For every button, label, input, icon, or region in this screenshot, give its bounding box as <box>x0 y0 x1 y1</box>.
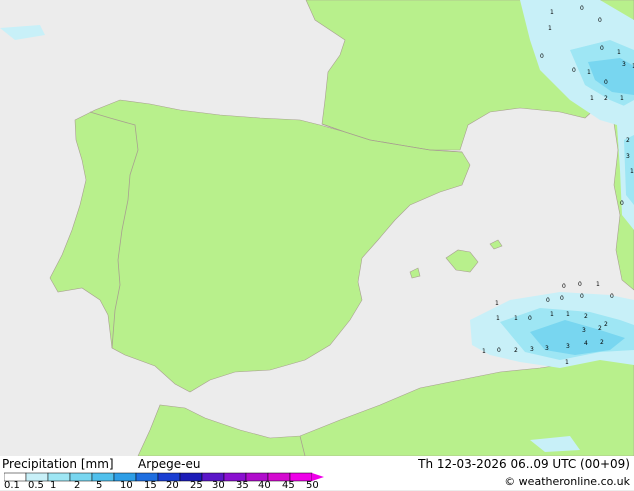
precipitation-value: 0 <box>600 45 604 52</box>
precipitation-value: 3 <box>566 343 570 350</box>
color-scale-tick: 20 <box>166 480 179 491</box>
precipitation-value: 1 <box>550 311 554 318</box>
validity-time: Th 12-03-2026 06..09 UTC (00+09) <box>418 457 630 471</box>
precipitation-value: 0 <box>620 200 624 207</box>
precipitation-value: 1 <box>548 25 552 32</box>
precipitation-value: 3 <box>626 153 630 160</box>
color-scale-tick: 25 <box>190 480 203 491</box>
color-scale-tick: 0.1 <box>4 480 20 491</box>
precipitation-value: 3 <box>582 327 586 334</box>
precipitation-value: 2 <box>626 137 630 144</box>
color-scale-tick: 30 <box>212 480 225 491</box>
precipitation-value: 2 <box>598 325 602 332</box>
precipitation-value: 1 <box>620 95 624 102</box>
precipitation-value: 0 <box>578 281 582 288</box>
precipitation-map: 10010103 10011 2 123101 00 0 10 0 01 1101 223 23 3 4 2… <box>0 0 634 456</box>
color-scale-tick: 40 <box>258 480 271 491</box>
precipitation-value: 0 <box>598 17 602 24</box>
color-scale-tick: 45 <box>282 480 295 491</box>
precipitation-value: 0 <box>580 5 584 12</box>
precipitation-value: 0 <box>604 79 608 86</box>
precipitation-value: 1 <box>565 359 569 366</box>
precipitation-value: 0 <box>546 297 550 304</box>
precipitation-value: 1 <box>566 311 570 318</box>
precipitation-value: 1 <box>630 168 634 175</box>
precipitation-value: 0 <box>528 315 532 322</box>
precipitation-value: 3 <box>545 345 549 352</box>
color-scale-tick: 5 <box>96 480 103 491</box>
precipitation-value: 0 <box>572 67 576 74</box>
precipitation-value: 2 <box>584 313 588 320</box>
precipitation-value: 2 <box>514 347 518 354</box>
precipitation-value: 1 <box>550 9 554 16</box>
precipitation-value: 2 <box>600 339 604 346</box>
precipitation-value: 4 <box>584 340 588 347</box>
precipitation-value: 0 <box>497 347 501 354</box>
color-scale-tick: 0.5 <box>28 480 44 491</box>
color-scale-tick: 35 <box>236 480 249 491</box>
precipitation-value: 1 <box>495 300 499 307</box>
precipitation-value: 1 <box>514 315 518 322</box>
precipitation-value: 3 <box>530 346 534 353</box>
legend-title: Precipitation [mm] <box>2 457 114 471</box>
color-scale-tick: 1 <box>50 480 57 491</box>
precipitation-value: 3 <box>622 61 626 68</box>
precipitation-value: 1 <box>587 69 591 76</box>
color-scale-tick: 50 <box>306 480 319 491</box>
color-scale-tick: 10 <box>120 480 133 491</box>
color-scale-tick: 15 <box>144 480 157 491</box>
model-name: Arpege-eu <box>138 457 201 471</box>
legend-bar: Precipitation [mm] Arpege-eu Th 12-03-20… <box>0 456 634 491</box>
precipitation-value: 1 <box>596 281 600 288</box>
precipitation-value: 0 <box>562 283 566 290</box>
precipitation-value: 1 <box>617 49 621 56</box>
precipitation-value: 0 <box>560 295 564 302</box>
precipitation-value: 0 <box>540 53 544 60</box>
precipitation-value: 2 <box>604 321 608 328</box>
precipitation-value: 1 <box>590 95 594 102</box>
precipitation-value: 0 <box>610 293 614 300</box>
credit-link[interactable]: © weatheronline.co.uk <box>504 475 630 488</box>
precipitation-value: 0 <box>580 293 584 300</box>
precipitation-value: 1 <box>482 348 486 355</box>
precipitation-value: 2 <box>604 95 608 102</box>
precipitation-value: 1 <box>496 315 500 322</box>
color-scale-tick: 2 <box>74 480 81 491</box>
